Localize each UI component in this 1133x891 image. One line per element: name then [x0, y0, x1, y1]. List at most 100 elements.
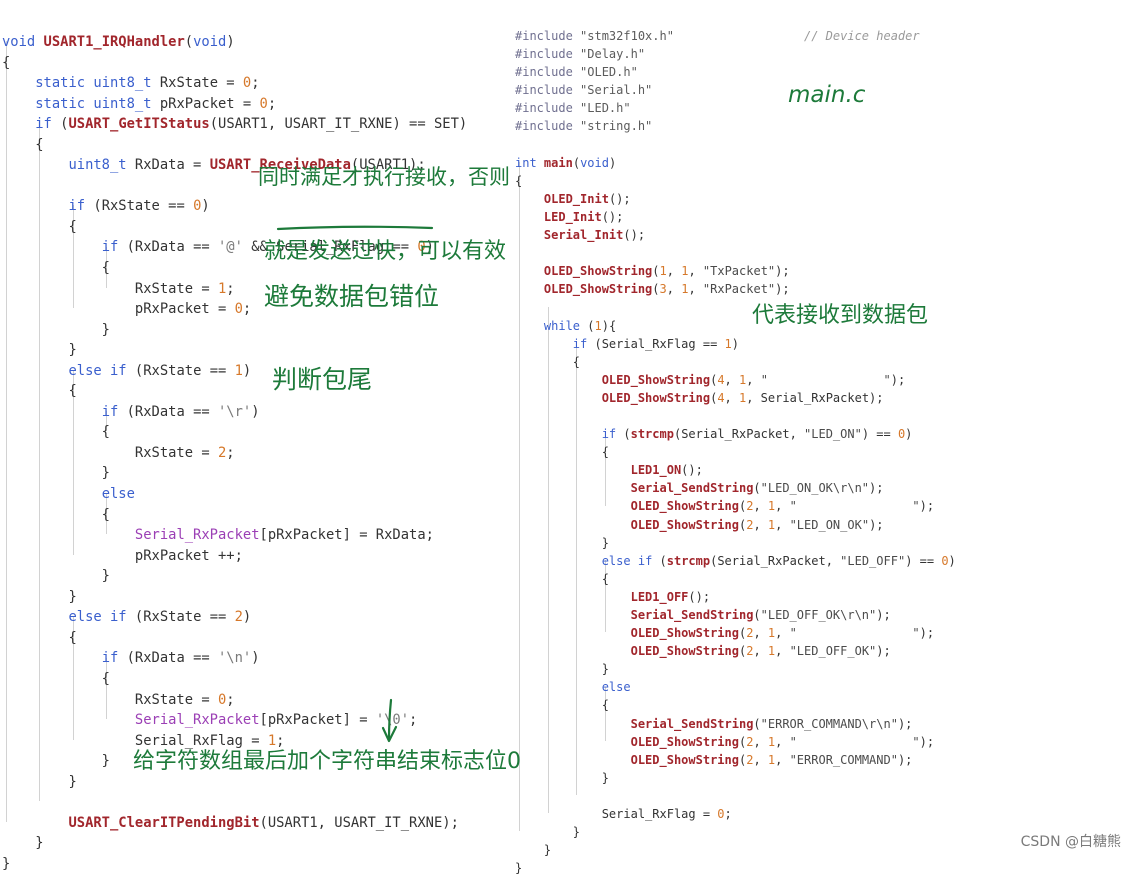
watermark: CSDN @白糖熊 [1020, 834, 1121, 850]
global-variable-token: Serial_RxPacket [134, 527, 260, 544]
code-line: { [2, 218, 77, 235]
code-line: #include "string.h" [515, 117, 956, 135]
function-name-token: OLED_Init [543, 191, 609, 206]
char-literal-token: '\0' [375, 712, 410, 729]
keyword-token: else [601, 680, 631, 695]
number-token: 1 [739, 372, 747, 387]
code-line: LED_Init(); [543, 209, 624, 224]
string-literal-token: "LED_OFF" [840, 553, 906, 568]
number-token: 1 [217, 280, 227, 297]
number-token: 1 [767, 517, 776, 532]
code-line: LED1_OFF(); [630, 589, 711, 604]
code-line: static uint8_t RxState = 0; [35, 75, 260, 92]
function-name-token: Serial_SendString [630, 716, 754, 731]
number-token: 2 [234, 609, 243, 626]
keyword-token: else [101, 486, 135, 503]
keyword-token: void [193, 34, 227, 50]
preprocessor-token: #include [515, 29, 573, 43]
number-token: 2 [746, 626, 754, 641]
annotation-avoid-misalignment: 避免数据包错位 [264, 282, 440, 311]
keyword-token: void [580, 155, 609, 170]
code-line: OLED_ShowString(2, 1, " "); [630, 499, 935, 514]
function-name-token: Serial_Init [543, 228, 624, 243]
header-name-token: "string.h" [580, 119, 653, 134]
number-token: 0 [242, 75, 252, 92]
function-name-token: USART_GetITStatus [68, 116, 210, 133]
code-line: OLED_ShowString(2, 1, "LED_ON_OK"); [630, 517, 884, 532]
number-token: 1 [767, 752, 776, 767]
number-token: 2 [746, 752, 754, 767]
function-name-token: OLED_ShowString [543, 282, 653, 297]
code-line: } [515, 861, 523, 876]
number-token: 2 [746, 499, 754, 514]
code-line: OLED_ShowString(3, 1, "RxPacket"); [543, 282, 790, 297]
number-token: 2 [746, 644, 754, 659]
code-line: if (RxData == '\r') [101, 403, 260, 420]
number-token: 4 [717, 390, 725, 405]
code-line: else [2, 484, 467, 505]
function-name-token: LED1_OFF [630, 589, 689, 604]
code-line: int main(void) [515, 155, 617, 170]
code-line: } [2, 568, 110, 585]
number-token: 0 [941, 553, 949, 568]
code-line: { [2, 670, 110, 687]
code-line: else if (RxState == 1) [68, 362, 252, 379]
code-line: Serial_SendString("ERROR_COMMAND\r\n"); [630, 716, 913, 731]
code-line: OLED_ShowString(1, 1, "TxPacket"); [543, 264, 790, 279]
function-name-token: USART1_IRQHandler [43, 34, 185, 50]
code-line: if (RxState == 0) [68, 198, 210, 215]
code-line: if (USART_GetITStatus(USART1, USART_IT_R… [35, 116, 468, 133]
code-line: } [515, 825, 581, 840]
keyword-token: if [110, 362, 127, 379]
number-token: 0 [217, 691, 227, 708]
function-name-token: OLED_ShowString [630, 517, 739, 532]
code-line: } [515, 535, 609, 550]
string-literal-token: "LED_ON_OK" [789, 517, 870, 532]
code-line: #include "LED.h" [515, 99, 956, 117]
string-literal-token: "ERROR_COMMAND" [789, 752, 898, 767]
function-name-token: strcmp [630, 427, 674, 442]
preprocessor-token: #include [515, 119, 573, 134]
keyword-token: static [35, 75, 86, 92]
code-line: #include "stm32f10x.h" // Device header [515, 27, 956, 45]
function-name-token: main [543, 155, 573, 170]
function-name-token: OLED_ShowString [543, 264, 653, 279]
right-code-pane[interactable]: #include "stm32f10x.h" // Device header #… [515, 0, 956, 891]
keyword-token: if [68, 198, 86, 215]
string-literal-token: " " [789, 734, 920, 749]
code-line: if (strcmp(Serial_RxPacket, "LED_ON") ==… [601, 427, 913, 442]
number-token: 1 [681, 282, 689, 297]
code-line: } [2, 465, 110, 482]
code-line: } [515, 770, 609, 785]
code-line: RxState = 0; [2, 691, 235, 708]
annotation-packet-received: 代表接收到数据包 [752, 303, 929, 328]
code-line: { [2, 383, 77, 400]
number-token: 1 [267, 732, 277, 749]
annotation-string-terminator: 给字符数组最后加个字符串结束标志位0 [133, 749, 521, 774]
function-name-token: Serial_SendString [630, 481, 754, 496]
keyword-token: uint8_t [68, 157, 127, 174]
code-line: Serial_RxPacket[pRxPacket] = RxData; [134, 527, 434, 544]
string-literal-token: "LED_ON_OK\r\n" [760, 481, 870, 496]
string-literal-token: "TxPacket" [702, 264, 776, 279]
preprocessor-token: #include [515, 47, 573, 62]
keyword-token: else [601, 553, 631, 568]
char-literal-token: '\r' [218, 403, 252, 420]
number-token: 0 [234, 301, 243, 318]
code-line: Serial_SendString("LED_OFF_OK\r\n"); [630, 608, 891, 622]
header-name-token: "Delay.h" [580, 47, 646, 62]
code-line: #include "Serial.h" [515, 81, 956, 99]
string-literal-token: " " [789, 626, 920, 641]
comment-token: // Device header [804, 29, 920, 43]
number-token: 1 [234, 362, 243, 379]
code-line: if (Serial_RxFlag == 1) [572, 336, 739, 351]
preprocessor-token: #include [515, 83, 573, 98]
number-token: 0 [897, 427, 906, 442]
code-line: } [2, 773, 77, 790]
number-token: 2 [217, 444, 227, 461]
code-line: else if (RxState == 2) [68, 609, 252, 626]
function-name-token: USART_ClearITPendingBit [68, 814, 260, 831]
